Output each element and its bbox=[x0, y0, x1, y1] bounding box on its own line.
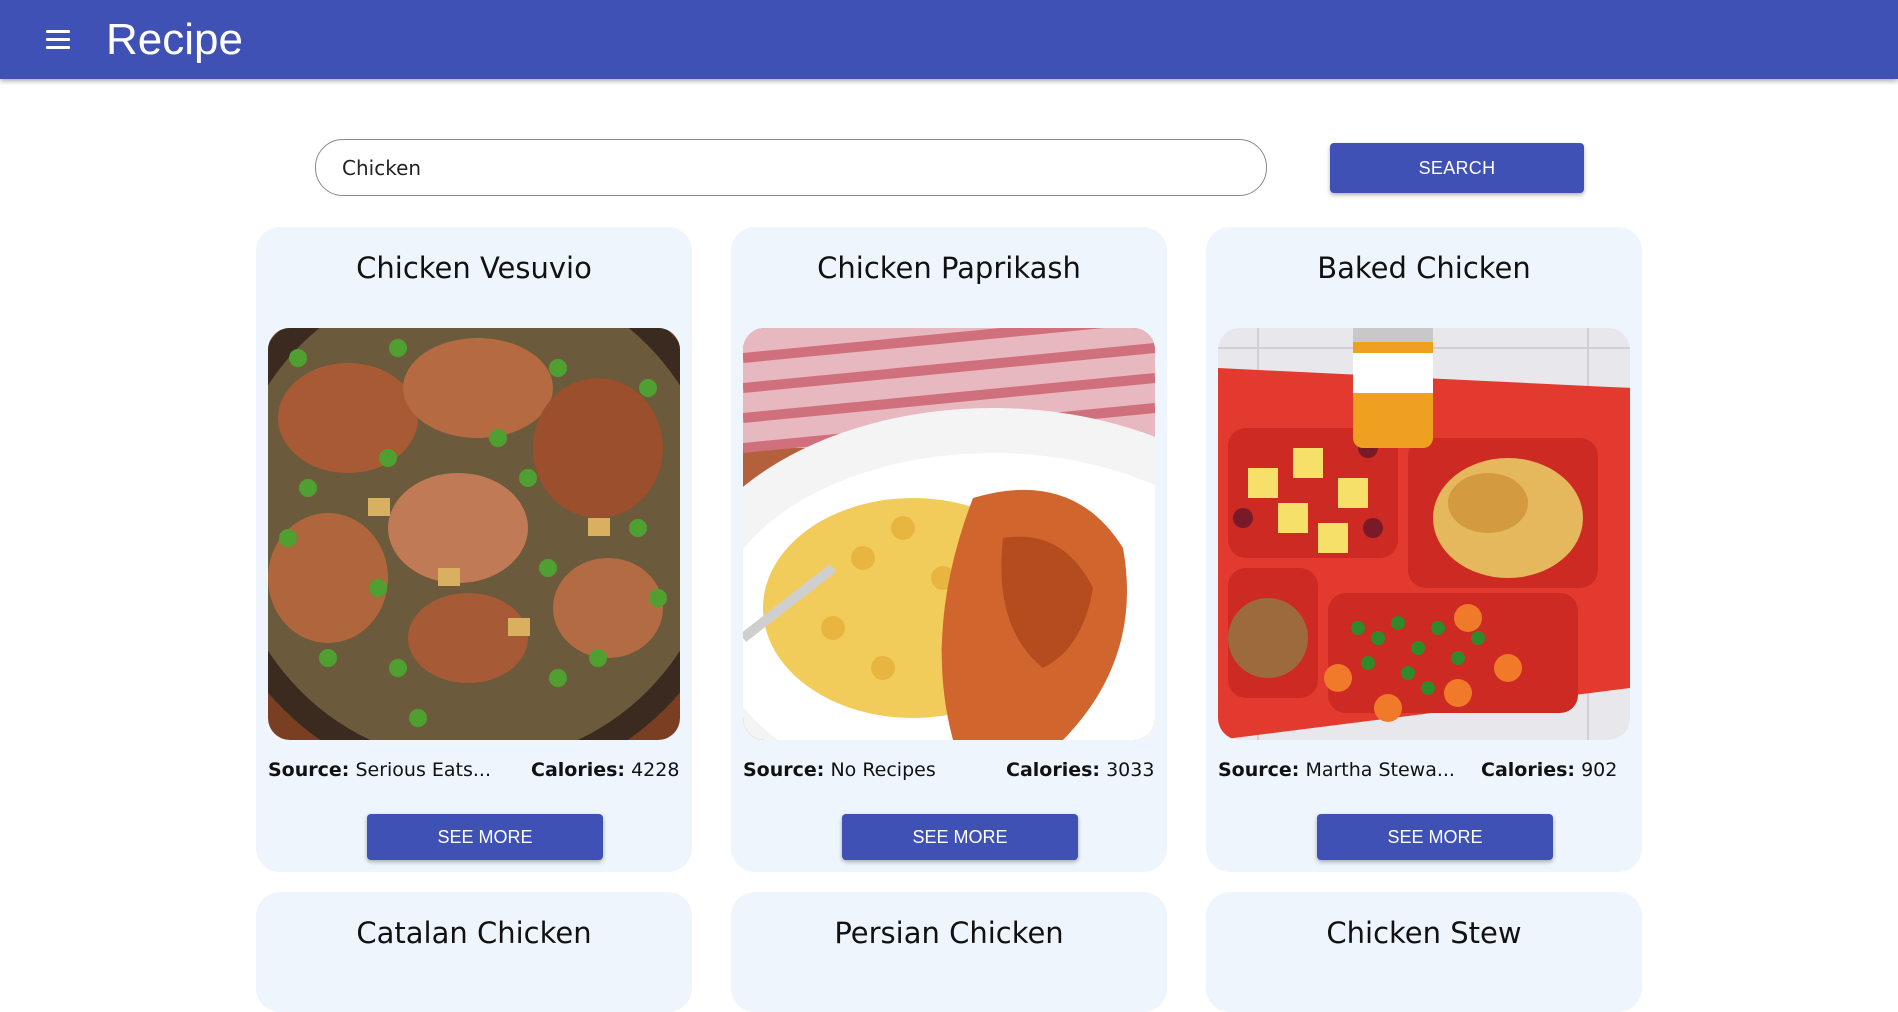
search-button[interactable]: SEARCH bbox=[1330, 143, 1584, 193]
recipe-title: Chicken Vesuvio bbox=[356, 251, 592, 285]
source-label: Source: bbox=[1218, 759, 1300, 781]
recipe-card: Persian Chicken bbox=[731, 892, 1167, 1012]
calories-value: 4228 bbox=[631, 759, 680, 781]
recipe-image bbox=[1218, 328, 1630, 740]
recipe-title: Chicken Paprikash bbox=[817, 251, 1081, 285]
recipe-source: Source: Serious Eats... bbox=[268, 759, 491, 781]
see-more-button[interactable]: SEE MORE bbox=[1317, 814, 1553, 860]
recipe-title: Persian Chicken bbox=[834, 916, 1064, 950]
recipe-source: Source: No Recipes bbox=[743, 759, 936, 781]
calories-label: Calories: bbox=[531, 759, 626, 781]
recipe-title: Chicken Stew bbox=[1326, 916, 1522, 950]
recipe-card: Baked Chicken Source: Martha Stewa... Ca… bbox=[1206, 227, 1642, 872]
calories-value: 902 bbox=[1581, 759, 1618, 781]
recipe-card: Catalan Chicken bbox=[256, 892, 692, 1012]
recipe-card: Chicken Stew bbox=[1206, 892, 1642, 1012]
recipe-image bbox=[743, 328, 1155, 740]
search-input[interactable] bbox=[315, 139, 1267, 196]
recipe-title: Baked Chicken bbox=[1317, 251, 1531, 285]
source-value: No Recipes bbox=[830, 759, 936, 781]
recipe-calories: Calories: 4228 bbox=[531, 759, 679, 781]
hamburger-menu-icon[interactable] bbox=[36, 18, 80, 62]
recipe-title: Catalan Chicken bbox=[356, 916, 592, 950]
recipe-card: Chicken Vesuvio Source: Serious Eats... … bbox=[256, 227, 692, 872]
see-more-button[interactable]: SEE MORE bbox=[367, 814, 603, 860]
app-bar: Recipe bbox=[0, 0, 1898, 79]
calories-label: Calories: bbox=[1481, 759, 1576, 781]
see-more-button[interactable]: SEE MORE bbox=[842, 814, 1078, 860]
calories-value: 3033 bbox=[1106, 759, 1155, 781]
recipe-card: Chicken Paprikash Source: No Recipes Cal… bbox=[731, 227, 1167, 872]
source-label: Source: bbox=[268, 759, 350, 781]
app-title: Recipe bbox=[106, 14, 243, 64]
recipe-calories: Calories: 3033 bbox=[1006, 759, 1154, 781]
source-value: Martha Stewa... bbox=[1305, 759, 1455, 781]
recipe-calories: Calories: 902 bbox=[1481, 759, 1617, 781]
recipe-image bbox=[268, 328, 680, 740]
recipe-source: Source: Martha Stewa... bbox=[1218, 759, 1455, 781]
source-value: Serious Eats... bbox=[355, 759, 491, 781]
calories-label: Calories: bbox=[1006, 759, 1101, 781]
source-label: Source: bbox=[743, 759, 825, 781]
